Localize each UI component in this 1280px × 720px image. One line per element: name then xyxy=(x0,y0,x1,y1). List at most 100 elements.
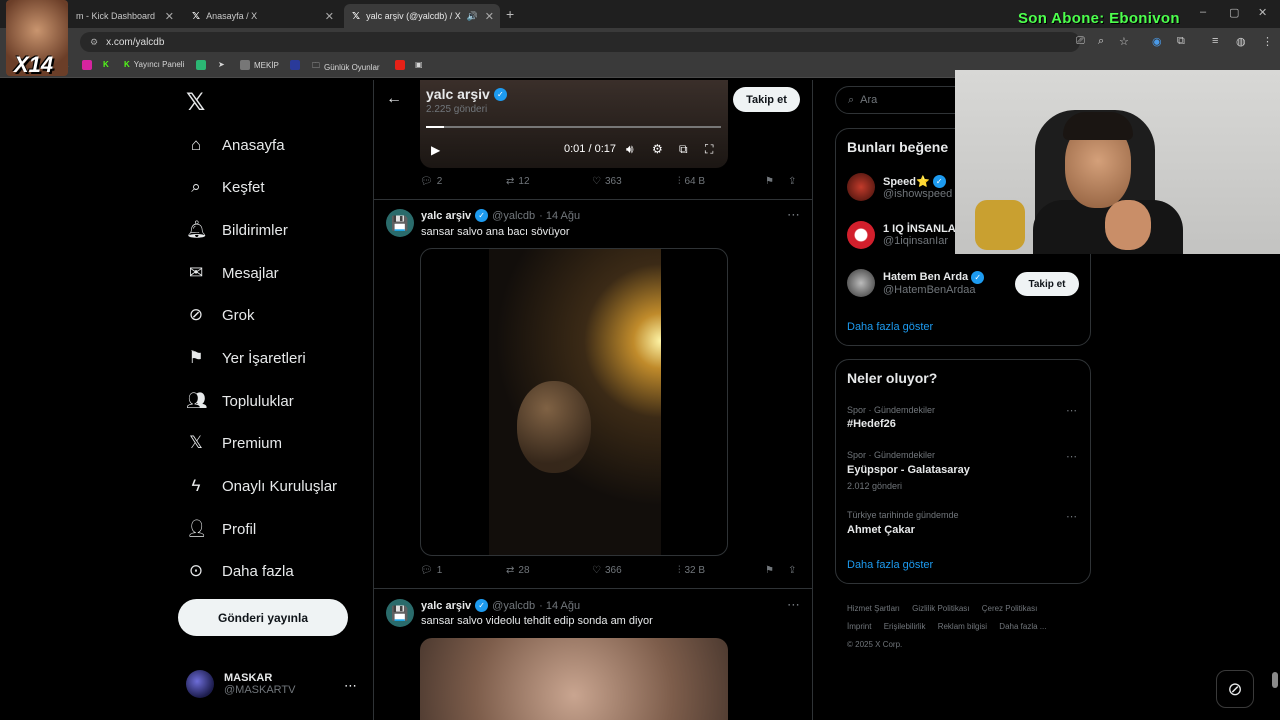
suggested-user[interactable]: Hatem Ben Arda ✓ @HatemBenArdaa xyxy=(847,269,985,297)
new-tab-button[interactable]: + xyxy=(506,6,514,22)
extension-icon[interactable]: ◉ xyxy=(1152,35,1162,48)
footer-link[interactable]: Gizlilik Politikası xyxy=(912,604,969,613)
bookmark-mekip[interactable]: MEKİP xyxy=(240,60,279,70)
trend-name[interactable]: Eyüpspor - Galatasaray xyxy=(847,464,970,476)
settings-icon[interactable]: ⚙ xyxy=(652,142,663,156)
tweet-video[interactable] xyxy=(420,638,728,720)
grok-floating-button[interactable]: ⊘ xyxy=(1216,670,1254,708)
zoom-icon[interactable]: ⌕ xyxy=(1098,35,1104,48)
bookmark-youtube[interactable] xyxy=(395,60,405,70)
suggested-user[interactable]: 1 IQ İNSANLA @1iqinsanIar xyxy=(847,221,956,249)
reply-button[interactable]: 💬︎ 2 xyxy=(420,176,442,187)
tab-yalc-arsiv[interactable]: 𝕏 yalc arşiv (@yalcdb) / X 🔊 ✕ xyxy=(344,4,500,28)
nav-communities[interactable]: 👥︎ Topluluklar xyxy=(186,386,294,416)
video-scrubber-track[interactable] xyxy=(426,126,721,128)
footer-link[interactable]: Reklam bilgisi xyxy=(938,622,987,631)
show-more-link[interactable]: Daha fazla göster xyxy=(847,559,933,571)
footer-link[interactable]: Daha fazla ... xyxy=(999,622,1046,631)
maximize-icon[interactable]: ▢ xyxy=(1229,6,1239,19)
profile-icon[interactable]: ◍ xyxy=(1236,35,1246,48)
trend-more-icon[interactable]: ⋯ xyxy=(1066,510,1077,523)
bookmark-button[interactable]: ⚑ xyxy=(765,176,774,187)
views-button[interactable]: ⫶ 64 B xyxy=(678,176,705,187)
fullscreen-icon[interactable]: ⛶ xyxy=(705,142,713,157)
repost-button[interactable]: ⇄ 28 xyxy=(506,565,530,576)
url-input[interactable]: ⚙ x.com/yalcdb xyxy=(80,32,1080,52)
share-button[interactable]: ⇪ xyxy=(788,565,796,576)
menu-icon[interactable]: ⋮ xyxy=(1262,35,1273,48)
close-window-icon[interactable]: ✕ xyxy=(1258,6,1267,19)
nav-notifications[interactable]: 🔔︎ Bildirimler xyxy=(186,215,288,245)
nav-messages[interactable]: ✉ Mesajlar xyxy=(186,258,279,288)
nav-verified-orgs[interactable]: ϟ Onaylı Kuruluşlar xyxy=(186,471,338,501)
pip-icon[interactable]: ⧉ xyxy=(679,142,688,157)
post-button[interactable]: Gönderi yayınla xyxy=(178,599,348,636)
tweet-more-icon[interactable]: ⋯ xyxy=(787,207,800,223)
cast-icon[interactable]: ⎚ xyxy=(1076,35,1085,48)
trend-name[interactable]: #Hedef26 xyxy=(847,418,896,430)
like-button[interactable]: ♡ 366 xyxy=(592,565,622,576)
suggested-user[interactable]: Speed⭐ ✓ @ishowspeed xyxy=(847,173,952,201)
bookmark-arrow[interactable]: ➤ xyxy=(218,60,225,69)
media-icon[interactable]: ≡ xyxy=(1212,35,1218,47)
tweet-date[interactable]: · 14 Ağu xyxy=(539,600,580,612)
bookmark-star-icon[interactable]: ☆ xyxy=(1119,35,1129,48)
tweet-author[interactable]: yalc arşiv xyxy=(421,210,471,222)
trend-more-icon[interactable]: ⋯ xyxy=(1066,450,1077,463)
close-icon[interactable]: ✕ xyxy=(325,10,334,23)
show-more-link[interactable]: Daha fazla göster xyxy=(847,321,933,333)
bookmark-blue[interactable] xyxy=(290,60,300,70)
tweet-author[interactable]: yalc arşiv xyxy=(421,600,471,612)
follow-button[interactable]: Takip et xyxy=(1015,272,1079,296)
account-more-icon[interactable]: ⋯ xyxy=(344,678,357,694)
close-icon[interactable]: ✕ xyxy=(485,10,494,23)
bookmark-app[interactable] xyxy=(196,60,206,70)
bookmark-yayinci-paneli[interactable]: K Yayıncı Paneli xyxy=(124,60,184,69)
like-button[interactable]: ♡ 363 xyxy=(592,176,622,187)
x-home-logo-icon[interactable]: 𝕏 xyxy=(186,88,205,117)
search-input[interactable]: ⌕ Ara xyxy=(835,86,975,114)
nav-premium[interactable]: 𝕏 Premium xyxy=(186,428,282,458)
bookmark-button[interactable]: ⚑ xyxy=(765,565,774,576)
nav-bookmarks[interactable]: ⚑ Yer İşaretleri xyxy=(186,343,305,373)
views-button[interactable]: ⫶ 32 B xyxy=(678,565,705,576)
trend-more-icon[interactable]: ⋯ xyxy=(1066,404,1077,417)
footer-link[interactable]: Hizmet Şartları xyxy=(847,604,900,613)
nav-home[interactable]: ⌂ Anasayfa xyxy=(186,130,285,160)
nav-grok[interactable]: ⊘ Grok xyxy=(186,300,255,330)
tweet-handle[interactable]: @yalcdb xyxy=(492,210,535,222)
site-info-icon[interactable]: ⚙ xyxy=(90,37,98,48)
nav-explore[interactable]: ⌕ Keşfet xyxy=(186,172,264,202)
tab-anasayfa[interactable]: 𝕏 Anasayfa / X ✕ xyxy=(184,4,340,28)
account-switcher[interactable]: MASKAR @MASKARTV xyxy=(186,670,295,698)
tweet-more-icon[interactable]: ⋯ xyxy=(787,597,800,613)
footer-link[interactable]: Çerez Politikası xyxy=(982,604,1038,613)
footer-link[interactable]: Erişilebilirlik xyxy=(884,622,926,631)
bookmark-gunluk-oyunlar[interactable]: 🗀 Günlük Oyunlar xyxy=(312,60,380,74)
tweet-date[interactable]: · 14 Ağu xyxy=(539,210,580,222)
follow-button[interactable]: Takip et xyxy=(733,87,800,112)
nav-profile[interactable]: 👤︎ Profil xyxy=(186,514,256,544)
avatar[interactable]: 💾 xyxy=(386,209,414,237)
reply-button[interactable]: 💬︎ 1 xyxy=(420,565,442,576)
close-icon[interactable]: ✕ xyxy=(165,10,174,23)
speaker-icon[interactable]: 🔊 xyxy=(467,11,478,22)
bookmark-kick[interactable]: K xyxy=(103,60,109,69)
trend-name[interactable]: Ahmet Çakar xyxy=(847,524,915,536)
footer-link[interactable]: İmprint xyxy=(847,622,871,631)
nav-more[interactable]: ⊙ Daha fazla xyxy=(186,556,294,586)
scrollbar-thumb[interactable] xyxy=(1272,672,1278,688)
tweet-handle[interactable]: @yalcdb xyxy=(492,600,535,612)
back-arrow-icon[interactable]: ← xyxy=(386,90,402,108)
extensions-puzzle-icon[interactable]: ⧉ xyxy=(1177,35,1185,48)
bookmark-instagram[interactable] xyxy=(82,60,92,70)
tab-kick-dashboard[interactable]: m - Kick Dashboard ✕ xyxy=(68,4,180,28)
share-button[interactable]: ⇪ xyxy=(788,176,796,187)
volume-icon[interactable]: 🔊︎ xyxy=(626,142,634,157)
tweet-video[interactable] xyxy=(420,248,728,556)
minimize-icon[interactable]: – xyxy=(1200,6,1206,18)
bookmark-image[interactable]: ▣ xyxy=(415,60,423,69)
play-icon[interactable]: ▶ xyxy=(431,143,440,157)
repost-button[interactable]: ⇄ 12 xyxy=(506,176,530,187)
avatar[interactable]: 💾 xyxy=(386,599,414,627)
